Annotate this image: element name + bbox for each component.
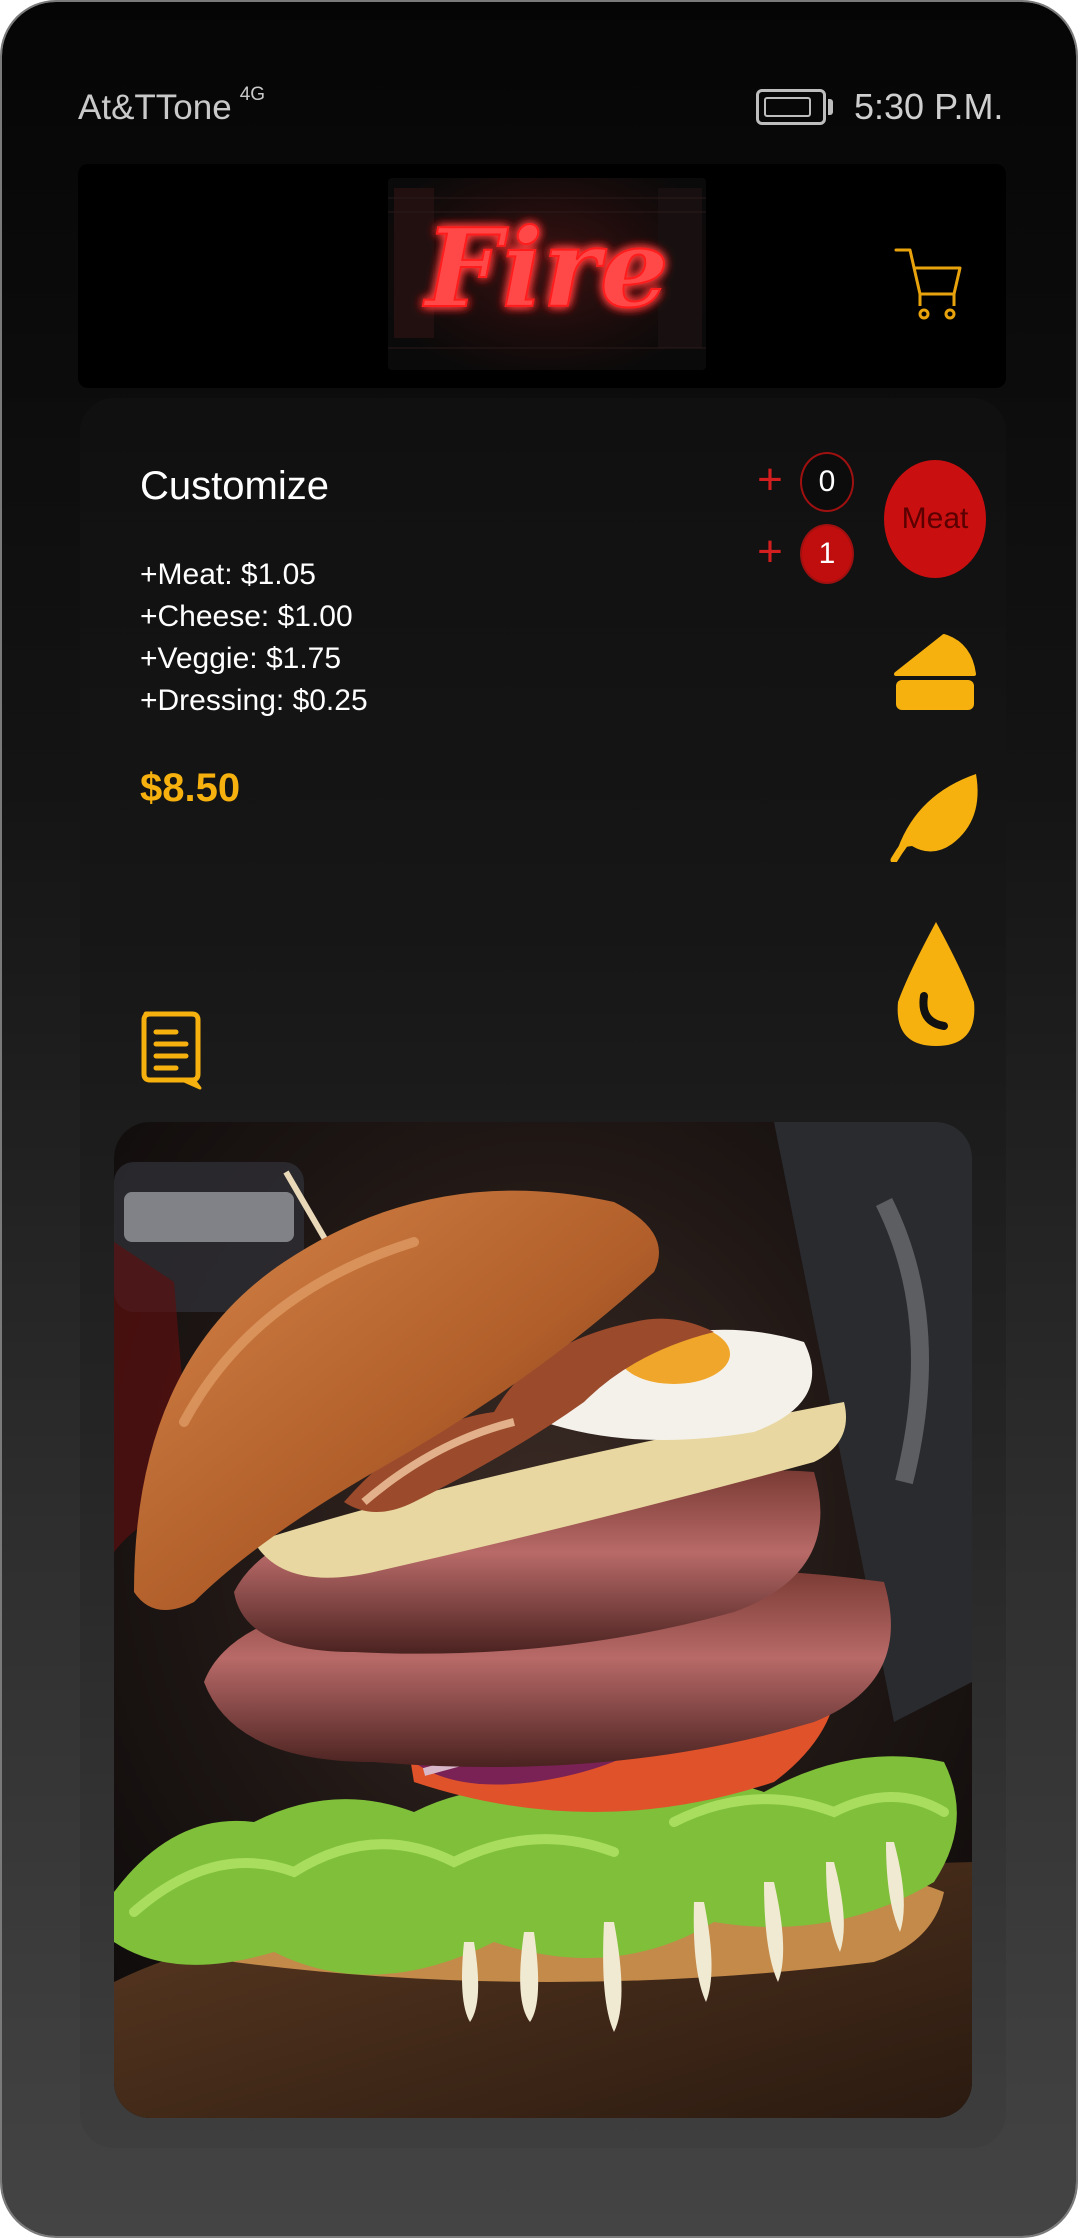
network-type: 4G — [239, 84, 266, 106]
price-item-dressing: +Dressing: $0.25 — [140, 684, 368, 717]
app-header: Fire — [78, 164, 1006, 388]
notes-icon[interactable] — [138, 1010, 204, 1090]
drop-icon[interactable] — [894, 918, 978, 1050]
carrier-label: At&TTone 4G — [78, 84, 266, 127]
battery-tip — [828, 99, 833, 115]
add-button[interactable]: + — [750, 450, 790, 514]
price-item-cheese: +Cheese: $1.00 — [140, 600, 353, 633]
customize-title: Customize — [140, 464, 329, 508]
price-item-meat: +Meat: $1.05 — [140, 558, 316, 591]
fire-logo: Fire — [388, 178, 706, 370]
logo-text: Fire — [422, 206, 668, 332]
battery-level — [764, 97, 811, 117]
battery-icon — [756, 89, 826, 125]
quantity-count: 0 — [800, 452, 854, 512]
price-item-veggie: +Veggie: $1.75 — [140, 642, 342, 675]
add-button[interactable]: + — [750, 522, 790, 586]
cheese-icon[interactable] — [892, 630, 978, 716]
meat-category-button[interactable]: Meat — [884, 460, 986, 578]
cart-icon[interactable] — [892, 244, 964, 324]
customize-panel: Customize +Meat: $1.05 +Cheese: $1.00 +V… — [80, 398, 1006, 2148]
leaf-icon[interactable] — [888, 766, 984, 862]
price-list: +Meat: $1.05 +Cheese: $1.00 +Veggie: $1.… — [140, 554, 368, 722]
status-time: 5:30 P.M. — [854, 86, 1004, 127]
phone-frame: At&TTone 4G 5:30 P.M. Fire Customize +Me… — [2, 2, 1076, 2236]
total-price: $8.50 — [140, 766, 241, 810]
burger-image — [114, 1122, 972, 2118]
status-bar: At&TTone 4G 5:30 P.M. — [2, 2, 1076, 152]
quantity-count: 1 — [800, 524, 854, 584]
